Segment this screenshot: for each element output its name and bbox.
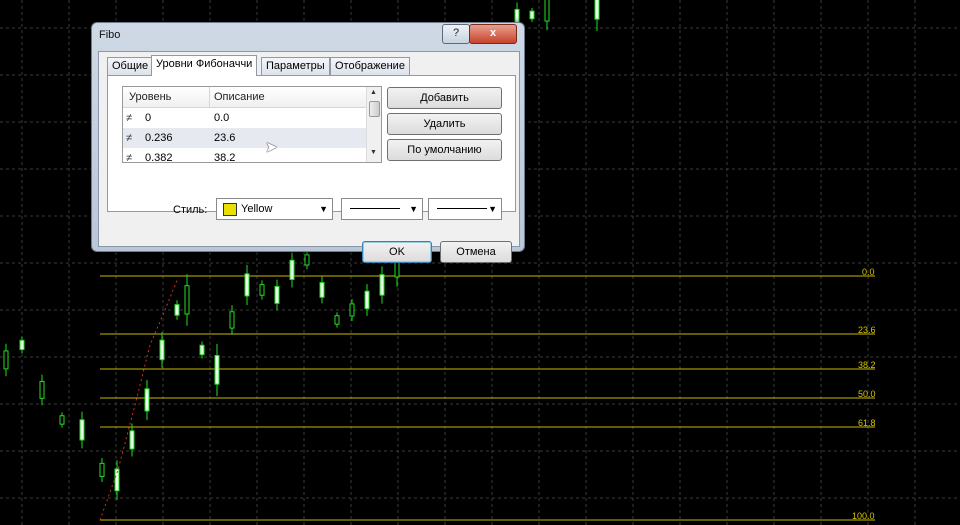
level-line-icon: ≠ bbox=[126, 152, 133, 163]
candle-body bbox=[199, 344, 205, 356]
ok-button[interactable]: OK bbox=[362, 241, 432, 263]
fibo-trendline bbox=[99, 277, 179, 521]
candle-body bbox=[59, 415, 65, 425]
table-row[interactable]: ≠ 0.382 38.2 bbox=[123, 148, 366, 163]
table-row[interactable]: ≠ 0.236 23.6 bbox=[123, 128, 366, 148]
level-color-select[interactable]: Yellow ▼ bbox=[216, 198, 333, 220]
candle-body bbox=[244, 273, 250, 297]
fib-label-38-2: 38.2 bbox=[858, 360, 876, 370]
level-description: 38.2 bbox=[214, 152, 236, 163]
candle-body bbox=[544, 0, 550, 22]
fib-label-50: 50.0 bbox=[858, 389, 876, 399]
candle-body bbox=[274, 285, 280, 304]
scroll-down-icon[interactable]: ▼ bbox=[370, 149, 377, 156]
levels-panel: Уровень Описание ≠ 0 0.0 ≠ 0.236 23.6 ≠ … bbox=[107, 75, 516, 212]
fibo-properties-dialog: Fibo ? x Общие Уровни Фибоначчи Параметр… bbox=[91, 22, 525, 263]
level-line-icon: ≠ bbox=[126, 132, 133, 144]
candle-body bbox=[229, 311, 235, 329]
scroll-thumb[interactable] bbox=[369, 101, 380, 117]
line-width-select[interactable]: ▼ bbox=[428, 198, 502, 220]
close-button[interactable]: x bbox=[469, 24, 517, 44]
column-header-level[interactable]: Уровень bbox=[123, 87, 215, 108]
level-value: 0 bbox=[145, 112, 152, 124]
fib-label-0: 0.0 bbox=[862, 267, 875, 277]
candle-body bbox=[289, 259, 295, 281]
add-level-button[interactable]: Добавить bbox=[387, 87, 502, 109]
candle-body bbox=[349, 303, 355, 317]
column-header-description[interactable]: Описание bbox=[209, 87, 371, 108]
fibonacci-levels bbox=[100, 275, 875, 521]
candle-body bbox=[174, 304, 180, 316]
tab-display[interactable]: Отображение bbox=[330, 57, 410, 75]
color-swatch bbox=[223, 203, 237, 216]
candle-body bbox=[319, 282, 325, 298]
dialog-client: Общие Уровни Фибоначчи Параметры Отображ… bbox=[98, 51, 520, 263]
line-style-select[interactable]: ▼ bbox=[341, 198, 423, 220]
line-width-preview bbox=[437, 208, 487, 209]
levels-scrollbar[interactable]: ▲ ▼ bbox=[366, 87, 381, 162]
dialog-title: Fibo bbox=[99, 29, 121, 41]
level-line-icon: ≠ bbox=[126, 112, 133, 124]
candle-body bbox=[379, 274, 385, 296]
candle-body bbox=[184, 285, 190, 315]
candle-body bbox=[259, 284, 265, 296]
candle-body bbox=[529, 10, 535, 20]
scroll-up-icon[interactable]: ▲ bbox=[370, 89, 377, 96]
delete-level-button[interactable]: Удалить bbox=[387, 113, 502, 135]
tab-fibonacci-levels[interactable]: Уровни Фибоначчи bbox=[151, 55, 258, 76]
level-description: 0.0 bbox=[214, 112, 230, 124]
fib-label-61-8: 61.8 bbox=[858, 418, 876, 428]
chevron-down-icon: ▼ bbox=[319, 204, 328, 214]
level-value: 0.236 bbox=[145, 132, 173, 144]
table-row[interactable]: ≠ 0 0.0 bbox=[123, 108, 366, 128]
level-color-value: Yellow bbox=[241, 203, 273, 215]
style-label: Стиль: bbox=[173, 204, 208, 216]
candle-body bbox=[39, 380, 45, 399]
help-button[interactable]: ? bbox=[442, 24, 470, 44]
candle-body bbox=[159, 339, 165, 361]
candle-body bbox=[79, 419, 85, 441]
candle-body bbox=[214, 355, 220, 385]
candle-body bbox=[144, 388, 150, 412]
candle-body bbox=[129, 430, 135, 450]
line-style-preview bbox=[350, 208, 400, 209]
level-value: 0.382 bbox=[145, 152, 173, 163]
tab-parameters[interactable]: Параметры bbox=[261, 57, 330, 75]
candle-body bbox=[3, 350, 9, 370]
levels-table[interactable]: Уровень Описание ≠ 0 0.0 ≠ 0.236 23.6 ≠ … bbox=[122, 86, 382, 163]
cancel-button[interactable]: Отмена bbox=[440, 241, 512, 263]
tab-general[interactable]: Общие bbox=[107, 57, 154, 75]
fib-label-100: 100.0 bbox=[852, 511, 875, 521]
candle-body bbox=[304, 254, 310, 266]
level-description: 23.6 bbox=[214, 132, 236, 144]
candle-body bbox=[594, 0, 600, 20]
chevron-down-icon: ▼ bbox=[409, 204, 418, 214]
candle-body bbox=[99, 462, 105, 478]
candle-body bbox=[364, 290, 370, 310]
default-levels-button[interactable]: По умолчанию bbox=[387, 139, 502, 161]
fib-label-23-6: 23.6 bbox=[858, 325, 876, 335]
candle-body bbox=[19, 339, 25, 351]
mouse-pointer-icon: ➤ bbox=[265, 139, 278, 156]
candle-body bbox=[334, 315, 340, 325]
chevron-down-icon: ▼ bbox=[488, 204, 497, 214]
dialog-titlebar[interactable]: Fibo ? x bbox=[92, 23, 524, 49]
